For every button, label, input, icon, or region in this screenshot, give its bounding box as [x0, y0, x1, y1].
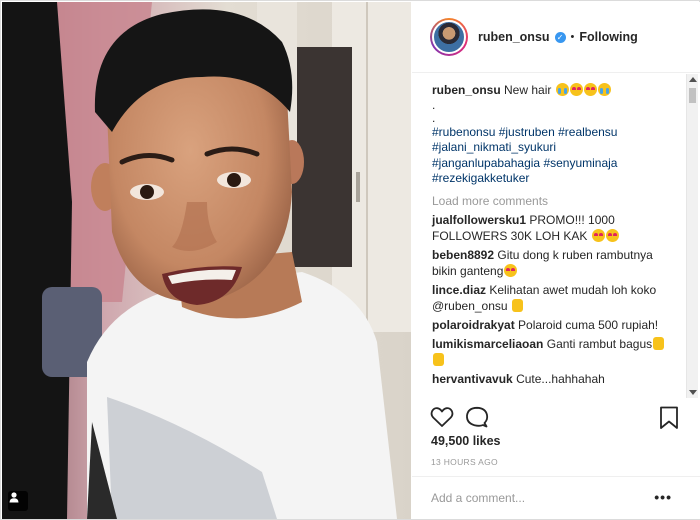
caption-hashtags[interactable]: #rubenonsu #justruben #realbensu — [432, 125, 676, 141]
crying-face-emoji-icon — [555, 83, 569, 96]
user-tag-icon[interactable] — [8, 491, 28, 511]
avatar[interactable] — [430, 18, 468, 56]
likes-count[interactable]: 49,500 likes — [431, 434, 501, 448]
post-header: ruben_onsu ✓ • Following — [412, 2, 700, 73]
scroll-up-arrow-icon[interactable] — [689, 77, 697, 82]
comment-icon[interactable] — [465, 406, 489, 428]
caption-hashtags[interactable]: #rezekigakketuker — [432, 171, 676, 187]
selfie-photo-image — [2, 2, 411, 519]
add-comment-input[interactable] — [431, 490, 631, 506]
caption-dot-line: . — [432, 110, 436, 125]
comment-username[interactable]: jualfollowersku1 — [432, 213, 526, 227]
comment-username[interactable]: lumikismarceliaoan — [432, 337, 543, 351]
post-caption: ruben_onsu New hair . . #rubenonsu #just… — [432, 83, 676, 187]
post-photo[interactable] — [2, 2, 411, 519]
bookmark-icon[interactable] — [659, 406, 679, 430]
comment-item: hervantivavuk Cute...hahhahah — [432, 371, 676, 387]
caption-dot-line: . — [432, 97, 436, 112]
comment-username[interactable]: hervantivavuk — [432, 372, 513, 386]
add-comment-section: ••• — [412, 476, 700, 518]
comment-username[interactable]: polaroidrakyat — [432, 318, 515, 332]
comment-item: lince.diaz Kelihatan awet mudah loh koko… — [432, 282, 676, 314]
caption-hashtags[interactable]: #janganlupabahagia #senyuminaja — [432, 156, 676, 172]
more-options-icon[interactable]: ••• — [654, 489, 672, 505]
heart-icon[interactable] — [430, 406, 454, 428]
load-more-comments-button[interactable]: Load more comments — [432, 193, 676, 209]
heart-eyes-emoji-icon — [504, 263, 518, 277]
post-sidebar: ruben_onsu ✓ • Following ruben_onsu New … — [412, 2, 700, 519]
comment-item: beben8892 Gitu dong k ruben rambutnya bi… — [432, 247, 676, 279]
post-dialog: ruben_onsu ✓ • Following ruben_onsu New … — [0, 0, 700, 520]
following-button[interactable]: Following — [579, 30, 637, 44]
heart-eyes-emoji-icon — [569, 83, 583, 96]
comment-item: jualfollowersku1 PROMO!!! 1000 FOLLOWERS… — [432, 212, 676, 244]
header-username[interactable]: ruben_onsu — [478, 30, 550, 44]
comment-item: lumikismarceliaoan Ganti rambut bagus — [432, 336, 676, 368]
heart-eyes-emoji-icon — [591, 228, 605, 242]
verified-badge-icon: ✓ — [554, 31, 566, 43]
comments-scrollbar[interactable] — [686, 74, 698, 398]
heart-eyes-emoji-icon — [583, 83, 597, 96]
crying-face-emoji-icon — [597, 83, 611, 96]
scroll-down-arrow-icon[interactable] — [689, 390, 697, 395]
header-separator: • — [570, 31, 575, 43]
caption-username[interactable]: ruben_onsu — [432, 83, 501, 97]
scrollbar-thumb[interactable] — [689, 88, 696, 103]
caption-text: New hair — [504, 83, 552, 97]
thumbs-up-emoji-icon — [511, 298, 523, 312]
comments-list[interactable]: ruben_onsu New hair . . #rubenonsu #just… — [412, 74, 700, 398]
caption-hashtags[interactable]: #jalani_nikmati_syukuri — [432, 140, 676, 156]
comment-username[interactable]: beben8892 — [432, 248, 494, 262]
comment-username[interactable]: lince.diaz — [432, 283, 486, 297]
comment-text: Cute...hahhahah — [516, 371, 605, 386]
thumbs-up-emoji-icon — [433, 352, 444, 366]
post-timestamp[interactable]: 13 HOURS AGO — [431, 457, 498, 467]
heart-eyes-emoji-icon — [605, 228, 619, 242]
thumbs-up-emoji-icon — [653, 336, 665, 350]
comment-text: Ganti rambut bagus — [546, 336, 653, 351]
comment-text: Polaroid cuma 500 rupiah! — [518, 317, 659, 332]
comment-item: polaroidrakyat Polaroid cuma 500 rupiah! — [432, 317, 676, 333]
post-actions — [412, 402, 700, 432]
